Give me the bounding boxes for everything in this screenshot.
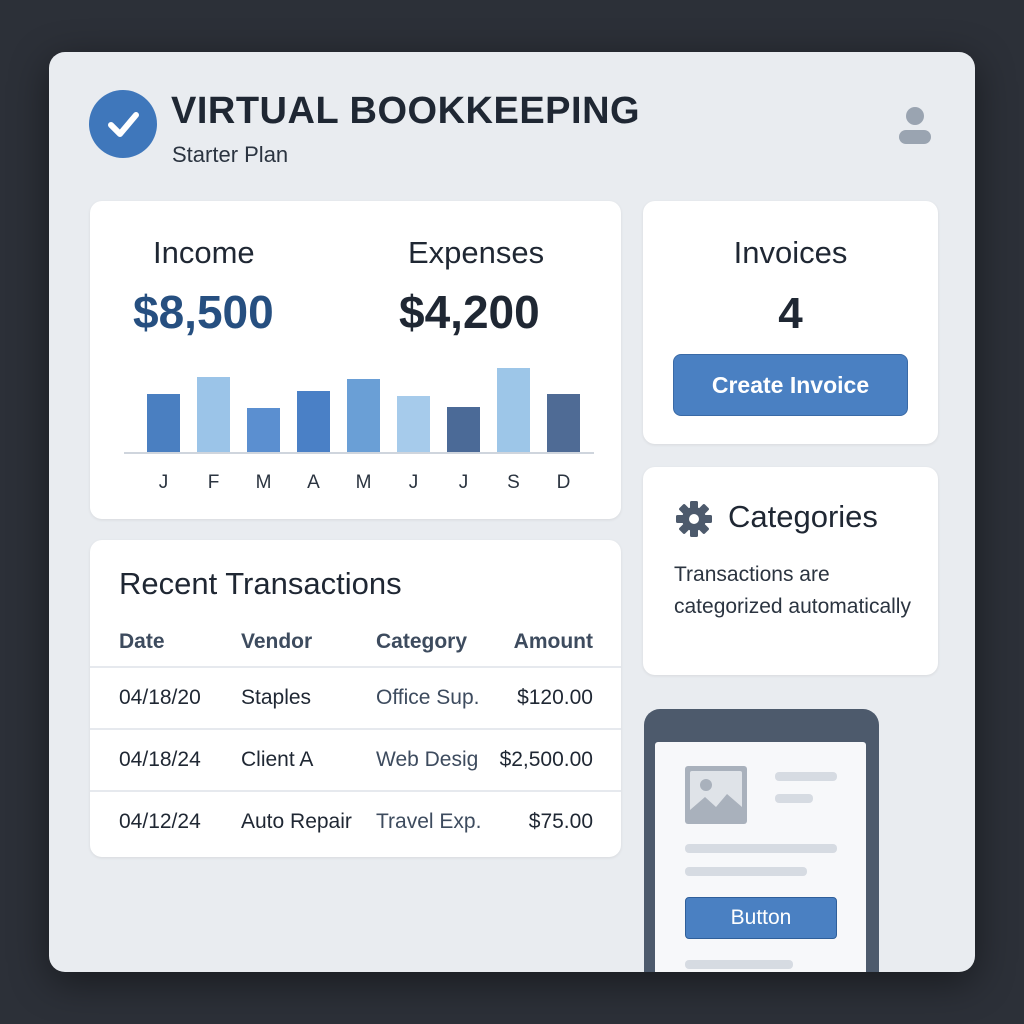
chart-tick-label: J: [159, 472, 169, 493]
gear-icon: [675, 500, 713, 538]
chart-bar: [547, 394, 580, 452]
cell-date: 04/18/24: [119, 748, 201, 771]
chart-bar: [247, 408, 280, 452]
invoices-label: Invoices: [733, 235, 848, 270]
chart-tick-label: F: [208, 472, 220, 493]
column-header-category[interactable]: Category: [376, 630, 467, 654]
cell-amount: $2,500.00: [499, 748, 593, 771]
chart-tick-label: J: [409, 472, 419, 493]
chart-bar: [197, 377, 230, 452]
cell-date: 04/12/24: [119, 810, 201, 833]
chart-bar: [447, 407, 480, 452]
placeholder-line: [775, 794, 813, 803]
expenses-value: $4,200: [399, 286, 540, 338]
column-header-date[interactable]: Date: [119, 630, 165, 654]
chart-tick-label: A: [307, 472, 320, 493]
placeholder-line: [685, 844, 837, 853]
chart-bar: [397, 396, 430, 452]
cell-category: Office Sup.: [376, 686, 480, 709]
placeholder-line: [775, 772, 837, 781]
chart-tick-label: D: [557, 472, 571, 493]
checkmark-icon: [89, 90, 157, 158]
categories-card: Categories Transactions are categorized …: [643, 467, 938, 675]
table-row[interactable]: 04/18/24 Client A Web Desig $2,500.00: [90, 728, 621, 790]
app-title: VIRTUAL BOOKKEEPING: [171, 90, 641, 132]
column-header-amount[interactable]: Amount: [514, 630, 593, 654]
cell-vendor: Staples: [241, 686, 312, 709]
chart-tick-label: M: [356, 472, 372, 493]
categories-description: Transactions are categorized automatical…: [674, 563, 911, 618]
create-invoice-button[interactable]: Create Invoice: [673, 354, 908, 416]
cell-date: 04/18/20: [119, 686, 201, 709]
placeholder-line: [685, 867, 807, 876]
mobile-screen: Button: [655, 742, 866, 972]
income-label: Income: [153, 235, 255, 270]
chart-tick-label: J: [459, 472, 469, 493]
table-row[interactable]: 04/18/20 Staples Office Sup. $120.00: [90, 666, 621, 728]
cell-amount: $120.00: [517, 686, 593, 709]
table-row[interactable]: 04/12/24 Auto Repair Travel Exp. $75.00: [90, 790, 621, 852]
summary-card: Income $8,500 Expenses $4,200 J F M A M J J S D: [90, 201, 621, 519]
transactions-card: Recent Transactions Date Vendor Category…: [90, 540, 621, 857]
cell-vendor: Auto Repair: [241, 810, 352, 833]
expenses-label: Expenses: [408, 235, 545, 270]
categories-title: Categories: [728, 499, 878, 534]
transactions-title: Recent Transactions: [119, 566, 402, 601]
invoices-count: 4: [778, 289, 803, 338]
app-window: VIRTUAL BOOKKEEPING Starter Plan Income …: [49, 52, 975, 972]
plan-label: Starter Plan: [172, 142, 289, 167]
monthly-bar-chart: JFMAMJJSD: [124, 368, 594, 493]
income-value: $8,500: [133, 286, 274, 338]
chart-tick-label: M: [256, 472, 272, 493]
chart-bar: [147, 394, 180, 452]
chart-bar: [497, 368, 530, 452]
user-icon[interactable]: [895, 104, 935, 146]
column-header-vendor[interactable]: Vendor: [241, 630, 312, 654]
image-icon: [685, 766, 747, 824]
mockup-button[interactable]: Button: [685, 897, 837, 939]
cell-category: Travel Exp.: [376, 810, 482, 833]
placeholder-line: [685, 960, 793, 969]
chart-tick-label: S: [507, 472, 520, 493]
invoices-card: Invoices 4 Create Invoice: [643, 201, 938, 444]
cell-vendor: Client A: [241, 748, 314, 771]
mobile-preview: Button: [644, 709, 879, 972]
chart-bar: [347, 379, 380, 452]
cell-amount: $75.00: [528, 810, 593, 833]
cell-category: Web Desig: [376, 748, 479, 771]
chart-bar: [297, 391, 330, 452]
